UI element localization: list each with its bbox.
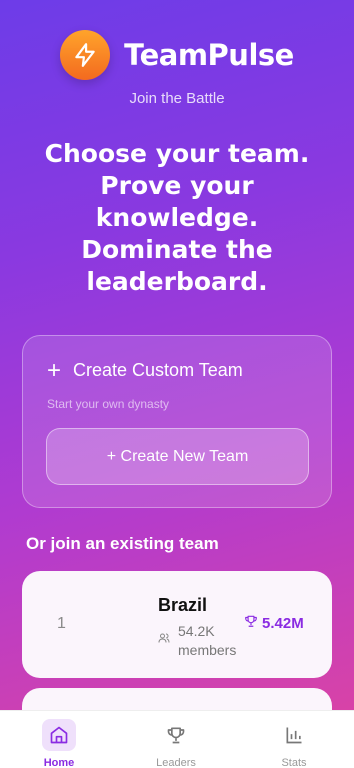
hero-line: Choose your team. <box>44 139 310 168</box>
hero-line: knowledge. <box>95 203 259 232</box>
nav-leaders-label: Leaders <box>156 757 196 768</box>
team-members: 54.2K members <box>158 622 236 660</box>
tagline: Join the Battle <box>129 90 225 107</box>
nav-home-label: Home <box>43 757 75 768</box>
bottom-nav: Home Leaders Stats <box>0 710 354 768</box>
nav-stats-label: Stats <box>281 757 307 768</box>
nav-home[interactable]: Home <box>19 719 99 768</box>
plus-icon: + <box>47 356 62 384</box>
bar-chart-icon <box>277 719 311 751</box>
trophy-icon <box>244 614 258 632</box>
create-new-team-button[interactable]: + Create New Team <box>46 428 309 485</box>
hero-line: leaderboard. <box>86 267 268 296</box>
trophy-icon <box>159 719 193 751</box>
custom-team-heading: + Create Custom Team <box>47 356 243 384</box>
members-count: 54.2K <box>178 623 215 639</box>
users-icon <box>158 622 170 660</box>
create-custom-team-card: + Create Custom Team Start your own dyna… <box>22 335 332 508</box>
nav-leaders[interactable]: Leaders <box>136 719 216 768</box>
hero-line: Prove your <box>100 171 254 200</box>
nav-stats[interactable]: Stats <box>254 719 334 768</box>
join-existing-label: Or join an existing team <box>26 534 219 553</box>
team-card[interactable]: 1 Brazil 54.2K members 5.42M <box>22 571 332 678</box>
custom-team-title: Create Custom Team <box>73 360 243 380</box>
team-name: Brazil <box>158 595 208 615</box>
score-value: 5.42M <box>262 614 304 632</box>
lightning-bolt-icon <box>60 30 111 80</box>
home-icon <box>42 719 76 751</box>
app-header: TeamPulse <box>0 30 354 80</box>
members-word: members <box>178 642 237 658</box>
team-rank: 1 <box>57 615 66 632</box>
hero-headline: Choose your team. Prove your knowledge. … <box>20 138 334 298</box>
hero-line: Dominate the <box>81 235 273 264</box>
app-title: TeamPulse <box>124 38 294 72</box>
custom-team-subtitle: Start your own dynasty <box>47 397 170 411</box>
team-score: 5.42M <box>244 614 304 632</box>
